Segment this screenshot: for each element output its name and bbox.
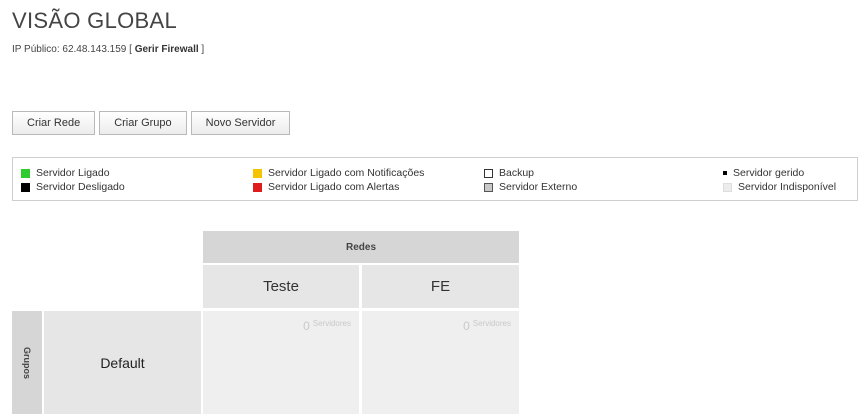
public-ip-label: IP Público: 62.48.143.159 [ [12, 44, 132, 55]
page-title: VISÃO GLOBAL [12, 8, 178, 33]
legend-label: Servidor Ligado com Notificações [268, 167, 425, 179]
green-square-icon [21, 168, 30, 178]
toolbar: Criar Rede Criar Grupo Novo Servidor [12, 111, 291, 135]
bullet-icon [723, 171, 727, 175]
networks-header: Redes [203, 231, 519, 263]
light-gray-square-icon [723, 182, 732, 192]
legend-item-external-server: Servidor Externo [484, 181, 577, 193]
legend-item-server-notifications: Servidor Ligado com Notificações [253, 167, 424, 179]
network-header-teste[interactable]: Teste [203, 265, 359, 308]
create-network-button[interactable]: Criar Rede [12, 111, 96, 135]
networks-label: Redes [345, 241, 376, 253]
legend-item-backup: Backup [484, 167, 534, 179]
legend-label: Servidor Ligado com Alertas [268, 181, 400, 193]
legend-item-server-off: Servidor Desligado [21, 181, 125, 193]
grid-cell-default-fe[interactable]: 0 Servidores [362, 311, 519, 414]
gray-square-icon [484, 182, 493, 192]
legend-label: Servidor Externo [499, 181, 578, 193]
groups-label: Grupos [22, 346, 33, 379]
legend-item-server-alerts: Servidor Ligado com Alertas [253, 181, 399, 193]
network-header-fe[interactable]: FE [362, 265, 519, 308]
legend-label: Servidor gerido [733, 167, 805, 179]
group-name: Default [100, 354, 145, 371]
server-count: 0 [463, 319, 470, 333]
public-ip-line: IP Público: 62.48.143.159 [ Gerir Firewa… [12, 44, 204, 55]
group-header-default[interactable]: Default [44, 311, 201, 414]
white-square-icon [484, 168, 493, 178]
status-legend: Servidor Ligado Servidor Desligado Servi… [12, 157, 858, 201]
legend-label: Servidor Ligado [36, 167, 110, 179]
public-ip-suffix: ] [201, 44, 205, 55]
legend-label: Backup [499, 167, 535, 179]
black-square-icon [21, 182, 30, 192]
create-group-button[interactable]: Criar Grupo [99, 111, 187, 135]
yellow-square-icon [253, 168, 262, 178]
network-name: Teste [263, 278, 299, 295]
new-server-button[interactable]: Novo Servidor [190, 111, 291, 135]
server-unit: Servidores [472, 319, 511, 328]
legend-item-unavailable-server: Servidor Indisponível [723, 181, 836, 193]
legend-item-server-on: Servidor Ligado [21, 167, 110, 179]
groups-header: Grupos [12, 311, 42, 414]
manage-firewall-link[interactable]: Gerir Firewall [135, 44, 199, 55]
server-count: 0 [303, 319, 310, 333]
server-unit: Servidores [312, 319, 351, 328]
legend-item-managed-server: Servidor gerido [723, 167, 804, 179]
red-square-icon [253, 182, 262, 192]
network-name: FE [430, 278, 451, 295]
legend-label: Servidor Indisponível [738, 181, 837, 193]
legend-label: Servidor Desligado [36, 181, 125, 193]
grid-cell-default-teste[interactable]: 0 Servidores [203, 311, 359, 414]
